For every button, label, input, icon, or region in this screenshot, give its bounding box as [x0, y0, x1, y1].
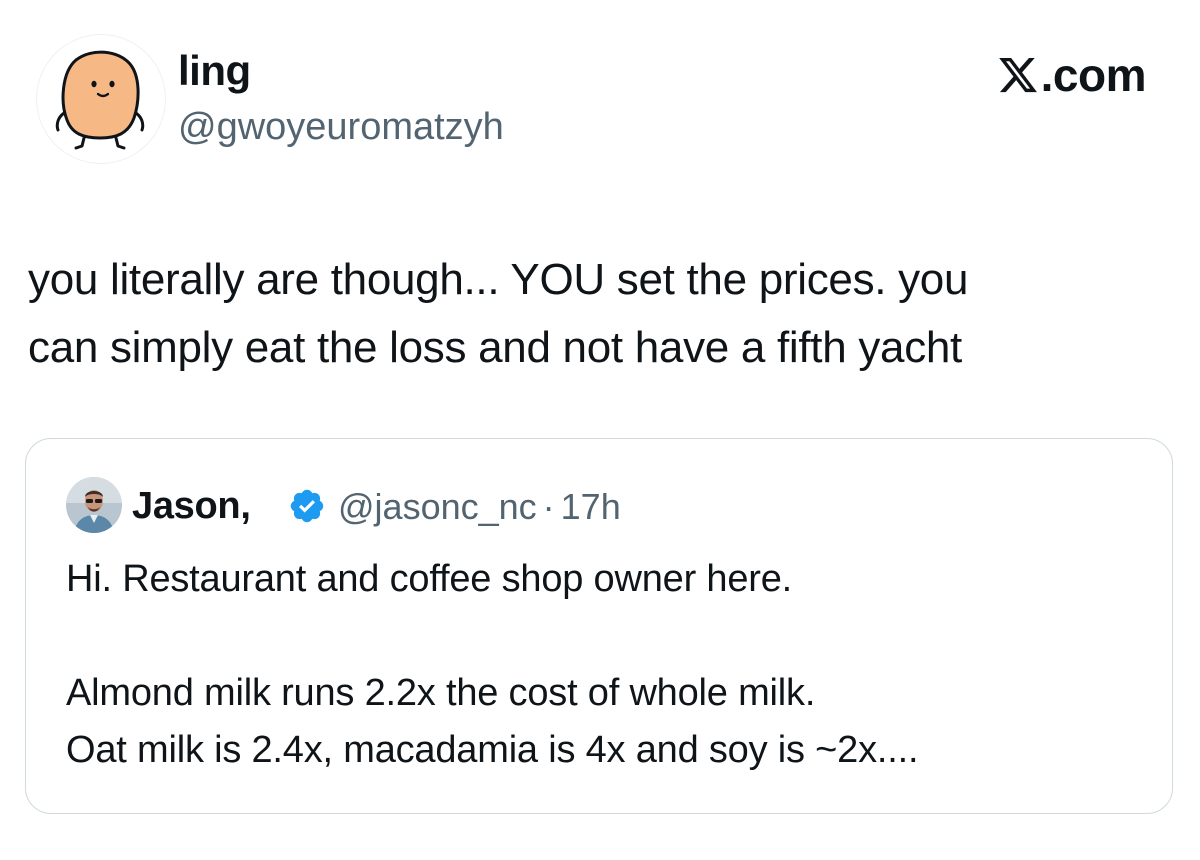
- quote-author-handle[interactable]: @jasonc_nc: [338, 486, 537, 527]
- brand-label: .com: [1040, 49, 1147, 101]
- author-handle[interactable]: @gwoyeuromatzyh: [178, 108, 504, 146]
- quote-timestamp[interactable]: 17h: [561, 486, 621, 527]
- quote-line: Oat milk is 2.4x, macadamia is 4x and so…: [66, 729, 919, 771]
- quote-author-name[interactable]: Jason,: [132, 487, 251, 525]
- author-name[interactable]: ling: [178, 50, 251, 92]
- verified-badge-icon: [288, 487, 326, 525]
- quote-text: Hi. Restaurant and coffee shop owner her…: [66, 551, 1146, 779]
- quote-author-avatar[interactable]: [66, 477, 122, 533]
- tweet-line: you literally are though... YOU set the …: [28, 255, 969, 304]
- author-avatar[interactable]: [36, 34, 166, 164]
- quote-meta: @jasonc_nc · 17h: [338, 489, 621, 525]
- quote-line: Almond milk runs 2.2x the cost of whole …: [66, 672, 816, 714]
- x-logo-icon: [998, 57, 1037, 93]
- tweet-line: can simply eat the loss and not have a f…: [28, 323, 962, 372]
- person-photo-avatar-icon: [66, 477, 122, 533]
- tweet-text: you literally are though... YOU set the …: [28, 246, 1148, 382]
- x-com-brand: .com: [997, 49, 1147, 101]
- quoted-tweet-card[interactable]: Jason, @jasonc_nc · 17h Hi. Restaurant and…: [25, 438, 1173, 814]
- potato-character-avatar-icon: [55, 50, 145, 150]
- quote-line: Hi. Restaurant and coffee shop owner her…: [66, 558, 793, 600]
- meta-separator: ·: [542, 486, 555, 527]
